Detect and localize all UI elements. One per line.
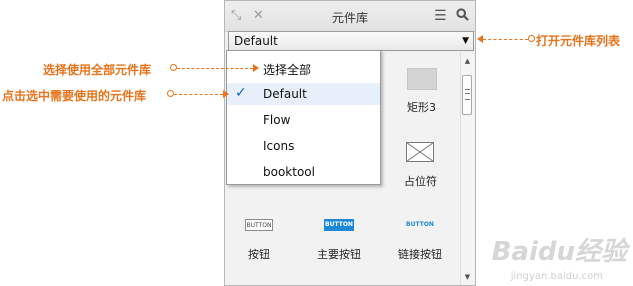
placeholder-widget-icon[interactable] <box>406 142 434 162</box>
checkmark-icon: ✓ <box>235 85 247 101</box>
annotation-line <box>174 94 223 95</box>
link-button-widget-preview[interactable]: BUTTON <box>403 219 437 231</box>
menu-item-icons[interactable]: Icons <box>227 135 380 157</box>
scrollbar-thumb[interactable] <box>462 75 472 115</box>
watermark-logo: Baidu经验 <box>491 237 627 267</box>
search-icon[interactable] <box>456 8 469 25</box>
widget-label: 按钮 <box>248 248 270 261</box>
annotation-select-all: 选择使用全部元件库 <box>43 63 152 77</box>
library-dropdown-menu: 选择全部 ✓ Default Flow Icons booktool <box>226 50 381 185</box>
scroll-down-icon[interactable]: ▼ <box>461 273 474 281</box>
scroll-up-icon[interactable]: ▲ <box>461 57 474 65</box>
menu-icon[interactable]: ☰ <box>434 8 447 24</box>
annotation-line <box>483 39 528 40</box>
widget-label: 占位符 <box>404 175 437 188</box>
annotation-line <box>177 68 253 69</box>
annotation-dot <box>528 35 535 42</box>
annotation-arrow-icon <box>253 64 259 72</box>
annotation-select-needed: 点击选中需要使用的元件库 <box>2 89 147 103</box>
scrollbar[interactable]: ▲ ▼ <box>460 53 474 285</box>
library-select-value: Default <box>234 34 278 48</box>
menu-item-default[interactable]: ✓ Default <box>227 83 380 105</box>
watermark-url: jingyan.baidu.com <box>510 271 603 282</box>
button-widget-preview[interactable]: BUTTON <box>245 219 273 231</box>
rectangle-widget-preview[interactable] <box>407 68 437 90</box>
annotation-dot <box>167 90 174 97</box>
annotation-dot <box>170 64 177 71</box>
widget-label: 主要按钮 <box>317 248 361 261</box>
menu-item-flow[interactable]: Flow <box>227 109 380 131</box>
panel-titlebar: ⤡ ✕ 元件库 ☰ <box>225 1 475 32</box>
dropdown-arrow-icon[interactable]: ▼ <box>462 36 469 46</box>
widget-label: 链接按钮 <box>398 248 442 261</box>
primary-button-widget-preview[interactable]: BUTTON <box>324 219 354 231</box>
library-select[interactable]: Default ▼ <box>228 31 474 51</box>
widget-label: 矩形3 <box>407 101 436 114</box>
annotation-open-list: 打开元件库列表 <box>536 34 621 48</box>
menu-item-booktool[interactable]: booktool <box>227 161 380 183</box>
annotation-arrow-icon <box>223 90 229 98</box>
